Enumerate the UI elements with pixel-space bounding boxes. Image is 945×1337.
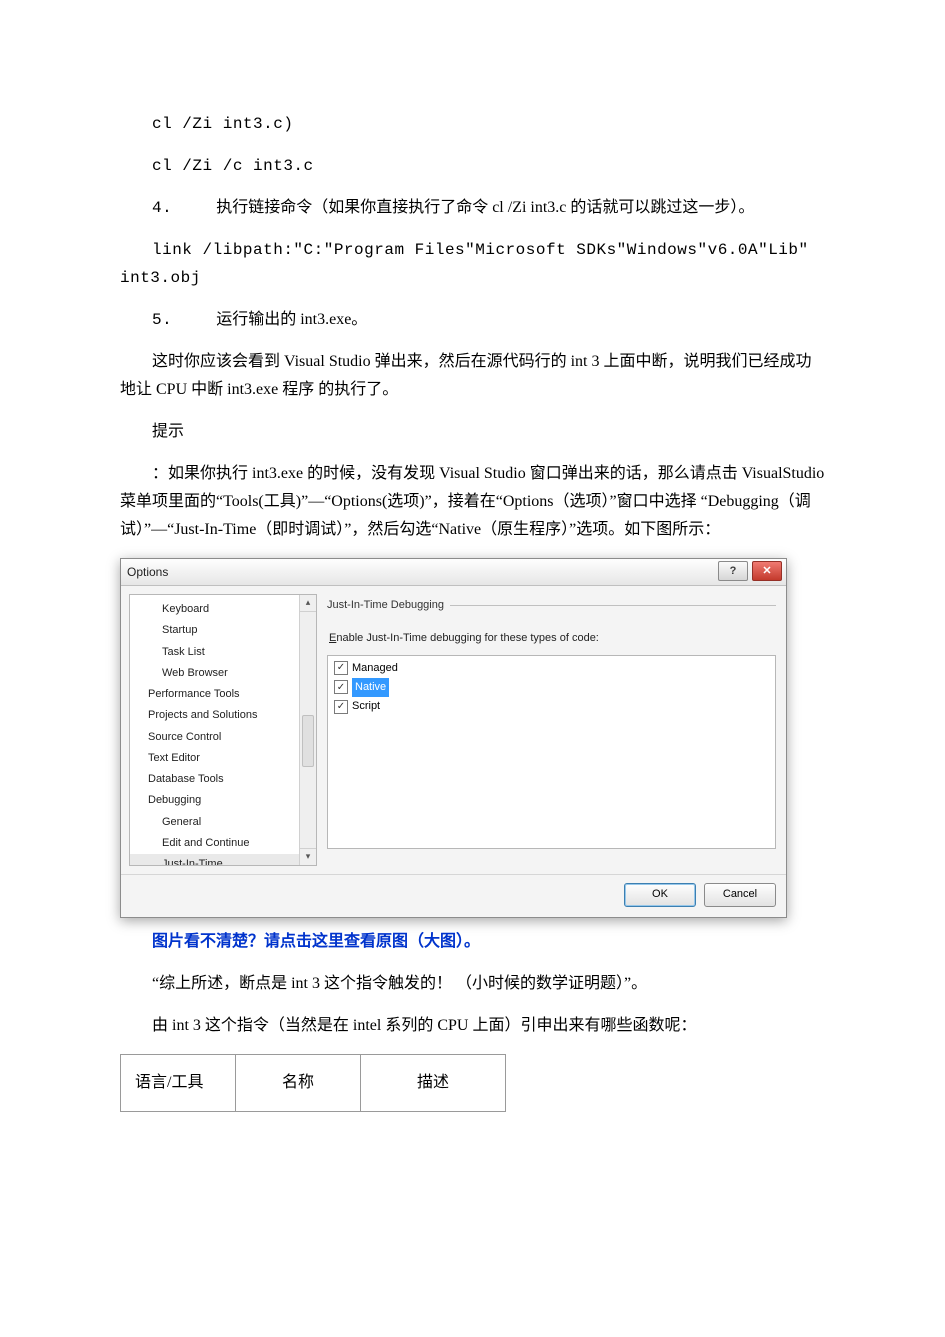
view-original-image-link[interactable]: 图片看不清楚？请点击这里查看原图（大图）。: [120, 928, 825, 956]
code-type-label: Native: [352, 678, 389, 697]
options-tree[interactable]: KeyboardStartupTask ListWeb BrowserPerfo…: [129, 594, 317, 866]
section-header: Just-In-Time Debugging: [325, 594, 778, 623]
table-header-name: 名称: [236, 1055, 361, 1112]
tree-item[interactable]: Database Tools: [130, 769, 316, 790]
tree-item[interactable]: Web Browser: [130, 663, 316, 684]
code-types-list[interactable]: ✓ Managed ✓ Native ✓ Script: [327, 655, 776, 849]
document-page: cl /Zi int3.c) cl /Zi /c int3.c 4. 执行链接命…: [0, 0, 945, 1192]
scroll-up-icon[interactable]: ▴: [300, 595, 316, 612]
tree-item[interactable]: Edit and Continue: [130, 833, 316, 854]
code-line-2: cl /Zi /c int3.c: [120, 152, 825, 180]
code-type-label: Managed: [352, 659, 398, 678]
tree-item[interactable]: Startup: [130, 620, 316, 641]
dialog-titlebar[interactable]: Options ? ✕: [121, 559, 786, 586]
code-type-item[interactable]: ✓ Script: [331, 697, 772, 716]
tree-scrollbar[interactable]: ▴ ▾: [299, 595, 316, 865]
close-button[interactable]: ✕: [752, 561, 782, 581]
dialog-footer: OK Cancel: [121, 874, 786, 917]
dialog-body: KeyboardStartupTask ListWeb BrowserPerfo…: [121, 586, 786, 874]
code-type-label: Script: [352, 697, 380, 716]
checkbox[interactable]: ✓: [334, 661, 348, 675]
jit-panel: Just-In-Time Debugging Enable Just-In-Ti…: [325, 594, 778, 866]
result-paragraph: 这时你应该会看到 Visual Studio 弹出来，然后在源代码行的 int …: [120, 348, 825, 404]
enable-label: Enable Just-In-Time debugging for these …: [325, 623, 778, 652]
conclusion-paragraph: “综上所述，断点是 int 3 这个指令触发的！ （小时候的数学证明题）”。: [120, 970, 825, 998]
step-5-number: 5.: [152, 311, 172, 329]
tree-item[interactable]: Just-In-Time: [130, 854, 316, 866]
code-type-item[interactable]: ✓ Managed: [331, 659, 772, 678]
enable-label-rest: nable Just-In-Time debugging for these t…: [336, 632, 599, 644]
section-header-line: [450, 605, 776, 606]
scroll-thumb[interactable]: [302, 715, 314, 767]
step-4: 4. 执行链接命令（如果你直接执行了命令 cl /Zi int3.c 的话就可以…: [120, 194, 825, 222]
functions-table: 语言/工具 名称 描述: [120, 1054, 506, 1112]
table-header-desc: 描述: [361, 1055, 506, 1112]
table-header-lang: 语言/工具: [121, 1055, 236, 1112]
dialog-title: Options: [127, 562, 168, 583]
tree-item[interactable]: Performance Tools: [130, 684, 316, 705]
derived-paragraph: 由 int 3 这个指令（当然是在 intel 系列的 CPU 上面）引申出来有…: [120, 1012, 825, 1040]
link-command: link /libpath:"C:"Program Files"Microsof…: [120, 236, 825, 292]
scroll-down-icon[interactable]: ▾: [300, 848, 316, 865]
tip-label: 提示: [120, 418, 825, 446]
help-button[interactable]: ?: [718, 561, 748, 581]
tip-body: ：如果你执行 int3.exe 的时候，没有发现 Visual Studio 窗…: [120, 460, 825, 544]
tree-item[interactable]: Debugging: [130, 790, 316, 811]
step-4-number: 4.: [152, 199, 172, 217]
options-dialog: Options ? ✕ KeyboardStartupTask ListWeb …: [120, 558, 787, 918]
checkbox[interactable]: ✓: [334, 700, 348, 714]
tree-item[interactable]: Source Control: [130, 727, 316, 748]
tree-item[interactable]: Keyboard: [130, 599, 316, 620]
checkbox[interactable]: ✓: [334, 680, 348, 694]
tree-item[interactable]: Text Editor: [130, 748, 316, 769]
step-5: 5. 运行输出的 int3.exe。: [120, 306, 825, 334]
cancel-button[interactable]: Cancel: [704, 883, 776, 907]
close-icon: ✕: [762, 566, 771, 577]
ok-button[interactable]: OK: [624, 883, 696, 907]
tree-item[interactable]: Projects and Solutions: [130, 705, 316, 726]
title-buttons: ? ✕: [718, 561, 782, 581]
tree-item[interactable]: Task List: [130, 642, 316, 663]
help-icon: ?: [730, 566, 737, 577]
tree-item[interactable]: General: [130, 812, 316, 833]
table-row: 语言/工具 名称 描述: [121, 1055, 506, 1112]
code-type-item[interactable]: ✓ Native: [331, 678, 772, 697]
section-header-text: Just-In-Time Debugging: [327, 596, 444, 615]
code-line-1: cl /Zi int3.c): [120, 110, 825, 138]
step-4-text: 执行链接命令（如果你直接执行了命令 cl /Zi int3.c 的话就可以跳过这…: [216, 199, 754, 216]
step-5-text: 运行输出的 int3.exe。: [216, 311, 367, 328]
